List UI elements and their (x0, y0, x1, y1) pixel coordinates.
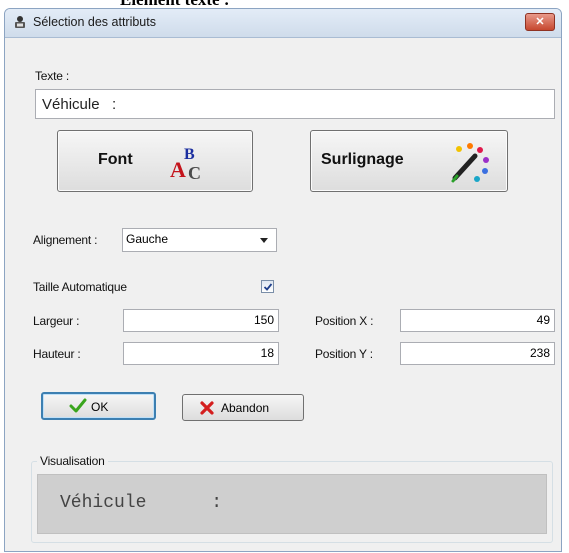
window-title: Sélection des attributs (33, 15, 156, 29)
hauteur-value: 18 (260, 346, 274, 360)
abandon-button-label: Abandon (221, 401, 270, 415)
font-button[interactable]: Font B A C (57, 130, 253, 192)
svg-text:A: A (170, 157, 186, 182)
alignement-selected: Gauche (126, 232, 169, 246)
checkmark-icon (69, 398, 87, 413)
font-abc-icon: B A C (170, 146, 201, 182)
font-button-label: Font (98, 151, 133, 168)
position-x-input[interactable]: 49 (400, 309, 555, 332)
position-y-label: Position Y : (315, 347, 373, 361)
largeur-value: 150 (253, 313, 274, 327)
ok-button-label: OK (91, 400, 109, 414)
checkmark-icon (263, 283, 273, 291)
svg-text:C: C (188, 163, 201, 182)
ok-button[interactable]: OK (41, 392, 156, 420)
cross-icon (200, 401, 214, 415)
visualisation-preview-text: Véhicule : (60, 493, 223, 513)
texte-label: Texte : (35, 69, 69, 83)
position-y-input[interactable]: 238 (400, 342, 555, 365)
surlignage-button-label: Surlignage (321, 151, 404, 168)
abandon-button[interactable]: Abandon (182, 394, 304, 421)
title-bar[interactable]: Sélection des attributs ✕ (5, 9, 561, 38)
app-icon (15, 16, 25, 28)
dialog-window: Sélection des attributs ✕ Texte : Véhicu… (4, 8, 562, 552)
visualisation-title: Visualisation (37, 454, 108, 468)
taille-auto-checkbox[interactable] (261, 280, 274, 293)
position-x-label: Position X : (315, 314, 374, 328)
surlignage-button[interactable]: Surlignage (310, 130, 508, 192)
alignement-label: Alignement : (33, 233, 98, 247)
alignement-select[interactable]: Gauche (122, 228, 277, 252)
dropdown-arrow-icon (260, 238, 268, 243)
close-button[interactable]: ✕ (525, 13, 555, 31)
texte-input[interactable]: Véhicule : (35, 89, 555, 119)
highlight-pen-icon (451, 143, 489, 183)
texte-input-value: Véhicule : (42, 96, 117, 113)
hauteur-input[interactable]: 18 (123, 342, 279, 365)
visualisation-preview: Véhicule : (37, 474, 547, 534)
position-x-value: 49 (536, 313, 550, 327)
hauteur-label: Hauteur : (33, 347, 81, 361)
largeur-input[interactable]: 150 (123, 309, 279, 332)
taille-auto-label: Taille Automatique (33, 280, 127, 294)
close-icon: ✕ (535, 16, 545, 28)
largeur-label: Largeur : (33, 314, 80, 328)
position-y-value: 238 (529, 346, 550, 360)
